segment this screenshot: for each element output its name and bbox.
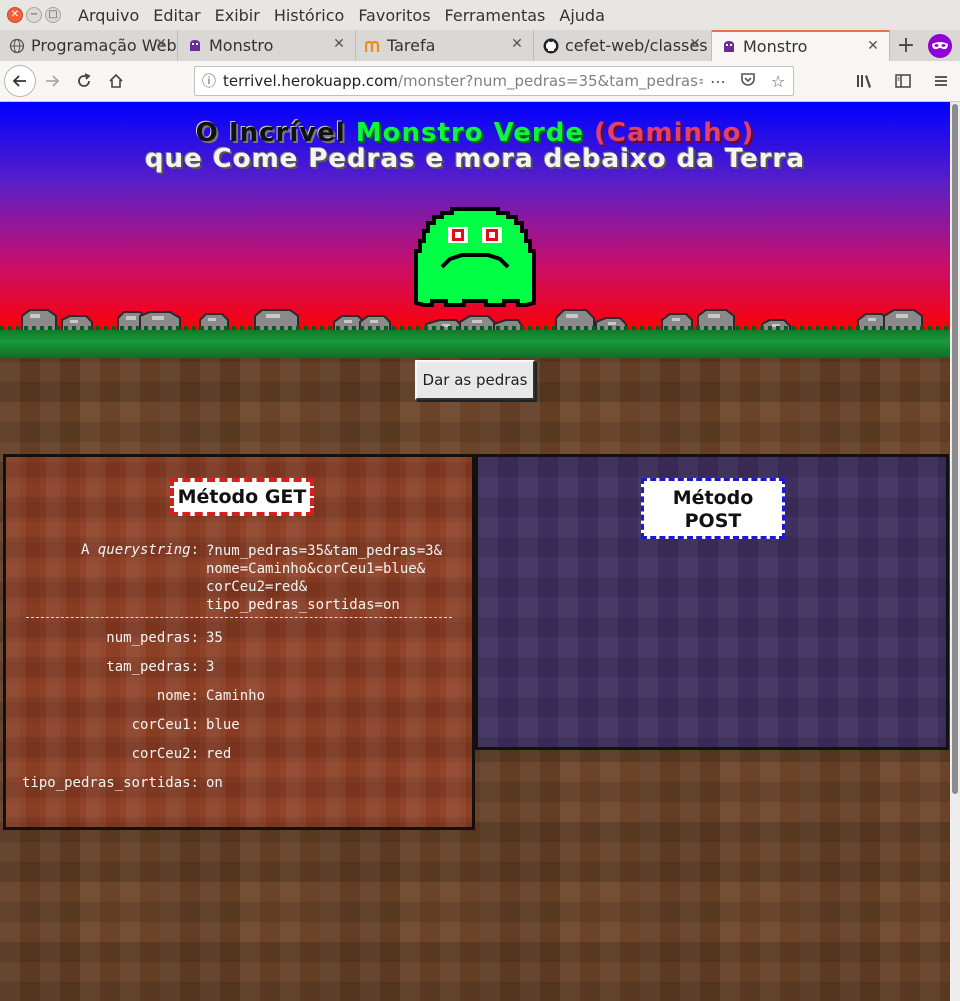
address-bar[interactable]: ⓘ terrivel.herokuapp.com/monster?num_ped… (194, 66, 794, 96)
url-host: terrivel.herokuapp.com (223, 72, 398, 90)
maximize-window-button[interactable]: □ (45, 7, 61, 23)
menu-historico[interactable]: Histórico (267, 6, 351, 25)
page-title-line-2: que Come Pedras e mora debaixo da Terra (144, 144, 806, 174)
tab-close-icon[interactable]: ✕ (866, 39, 880, 53)
qs-label-suffix: : (190, 542, 199, 558)
purple-monster-favicon (721, 39, 737, 55)
menu-arquivo[interactable]: Arquivo (71, 6, 146, 25)
tab-close-icon[interactable]: ✕ (688, 37, 702, 51)
tab-monstro-1[interactable]: Monstro ✕ (178, 30, 356, 61)
param-row: tam_pedras: 3 (6, 653, 472, 682)
tab-tarefa[interactable]: Tarefa ✕ (356, 30, 534, 61)
param-row: num_pedras: 35 (6, 624, 472, 653)
scrollbar-thumb[interactable] (952, 104, 958, 794)
minimize-window-button[interactable]: − (26, 7, 42, 23)
forward-arrow-icon[interactable] (36, 65, 68, 97)
get-method-panel: Método GET A querystring: ?num_pedras=35… (3, 454, 475, 830)
navigation-bar: ⓘ terrivel.herokuapp.com/monster?num_ped… (0, 61, 960, 102)
querystring-label: A querystring: (6, 542, 206, 614)
menu-ajuda[interactable]: Ajuda (552, 6, 612, 25)
tab-strip: Programação Web ✕ Monstro ✕ Tarefa ✕ cef… (0, 30, 960, 61)
pocket-icon[interactable] (733, 71, 763, 91)
close-window-button[interactable]: ✕ (7, 7, 23, 23)
tab-close-icon[interactable]: ✕ (510, 37, 524, 51)
param-key: corCeu1: (131, 717, 199, 733)
post-title-line-2: POST (684, 510, 742, 532)
qs-line: corCeu2=red& (206, 579, 308, 595)
menu-exibir[interactable]: Exibir (208, 6, 267, 25)
post-title-line-1: Método (672, 487, 754, 509)
param-value: 35 (206, 630, 223, 646)
private-browsing-mask-icon (928, 34, 952, 58)
page-content: O Incrível Monstro Verde (Caminho) que C… (0, 102, 950, 1001)
window-controls: ✕ − □ (7, 7, 61, 23)
new-tab-button[interactable]: + (890, 30, 922, 61)
menu-favoritos[interactable]: Favoritos (351, 6, 437, 25)
param-key: num_pedras: (106, 630, 199, 646)
dashed-divider (26, 617, 452, 618)
post-panel-title: Método POST (641, 478, 785, 539)
menu-editar[interactable]: Editar (146, 6, 207, 25)
home-icon[interactable] (100, 65, 132, 97)
info-icon[interactable]: ⓘ (195, 71, 223, 91)
back-arrow-icon[interactable] (4, 65, 36, 97)
param-key: tam_pedras: (106, 659, 199, 675)
github-icon (543, 38, 559, 54)
tab-monstro-active[interactable]: Monstro ✕ (712, 30, 890, 61)
qs-line: tipo_pedras_sortidas=on (206, 597, 400, 613)
param-row: tipo_pedras_sortidas: on (6, 769, 472, 798)
green-monster (414, 207, 536, 307)
param-row: corCeu2: red (6, 740, 472, 769)
param-key: nome: (156, 688, 199, 704)
moodle-m-icon (365, 38, 381, 54)
qs-line: ?num_pedras=35&tam_pedras=3& (206, 543, 443, 559)
params-list: num_pedras: 35 tam_pedras: 3 nome: Caminho … (6, 624, 472, 798)
param-key: tipo_pedras_sortidas: (21, 775, 199, 791)
param-value: 3 (206, 659, 215, 675)
qs-label-prefix: A (80, 542, 98, 558)
param-value: blue (206, 717, 240, 733)
tab-close-icon[interactable]: ✕ (154, 37, 168, 51)
querystring-value: ?num_pedras=35&tam_pedras=3& nome=Caminh… (206, 542, 472, 614)
library-icon[interactable] (846, 65, 884, 97)
url-path: /monster?num_pedras=35&tam_pedras=3&nome… (397, 72, 703, 90)
menu-bar: ✕ − □ Arquivo Editar Exibir Histórico Fa… (0, 0, 960, 30)
get-panel-title: Método GET (170, 478, 314, 516)
param-value: on (206, 775, 223, 791)
tab-programacao-web[interactable]: Programação Web ✕ (0, 30, 178, 61)
param-row: nome: Caminho (6, 682, 472, 711)
param-row: corCeu1: blue (6, 711, 472, 740)
give-stones-button[interactable]: Dar as pedras (415, 360, 535, 400)
reload-icon[interactable] (68, 65, 100, 97)
grass-strip (0, 330, 950, 358)
post-method-panel: Método POST (475, 454, 949, 750)
qs-line: nome=Caminho&corCeu1=blue& (206, 561, 426, 577)
tab-github[interactable]: cefet-web/classes ✕ (534, 30, 712, 61)
sidebar-icon[interactable] (884, 65, 922, 97)
url-text[interactable]: terrivel.herokuapp.com/monster?num_pedra… (223, 72, 703, 90)
menu-ferramentas[interactable]: Ferramentas (438, 6, 553, 25)
querystring-section: A querystring: ?num_pedras=35&tam_pedras… (6, 542, 472, 798)
param-key: corCeu2: (131, 746, 199, 762)
globe-icon (9, 38, 25, 54)
qs-label-em: querystring (97, 542, 191, 558)
page-actions-icon[interactable]: ⋯ (703, 72, 733, 91)
purple-monster-favicon (187, 38, 203, 54)
bookmark-star-icon[interactable]: ☆ (763, 72, 793, 91)
vertical-scrollbar[interactable] (950, 102, 960, 1001)
param-value: red (206, 746, 232, 762)
hamburger-menu-icon[interactable] (922, 65, 960, 97)
param-value: Caminho (206, 688, 266, 704)
tab-close-icon[interactable]: ✕ (332, 37, 346, 51)
